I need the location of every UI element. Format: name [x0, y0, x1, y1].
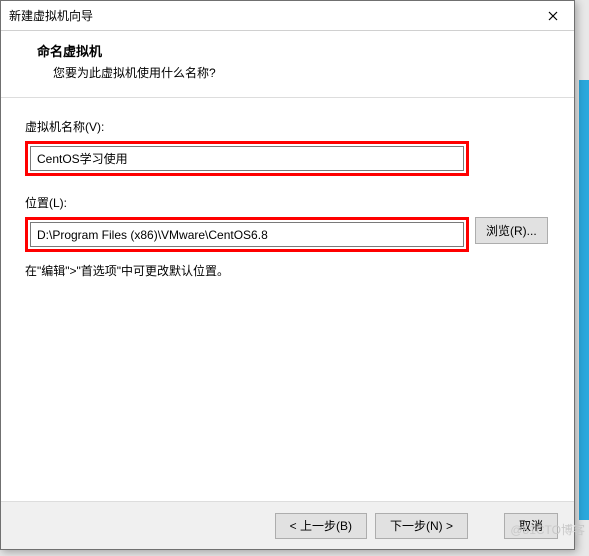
wizard-header: 命名虚拟机 您要为此虚拟机使用什么名称?	[1, 31, 574, 98]
header-title: 命名虚拟机	[37, 41, 554, 60]
dialog-title: 新建虚拟机向导	[9, 7, 93, 24]
vm-location-highlight	[25, 217, 469, 252]
header-subtitle: 您要为此虚拟机使用什么名称?	[53, 64, 554, 81]
vm-name-input[interactable]	[30, 146, 464, 171]
next-button[interactable]: 下一步(N) >	[375, 513, 468, 539]
location-hint: 在"编辑">"首选项"中可更改默认位置。	[25, 262, 550, 279]
titlebar: 新建虚拟机向导	[1, 1, 574, 31]
wizard-footer: < 上一步(B) 下一步(N) > 取消	[1, 501, 574, 549]
back-button[interactable]: < 上一步(B)	[275, 513, 367, 539]
new-vm-wizard-dialog: 新建虚拟机向导 命名虚拟机 您要为此虚拟机使用什么名称? 虚拟机名称(V): 位…	[0, 0, 575, 550]
cancel-button[interactable]: 取消	[504, 513, 558, 539]
browse-button[interactable]: 浏览(R)...	[475, 217, 548, 244]
vm-name-label: 虚拟机名称(V):	[25, 118, 550, 135]
vm-location-input[interactable]	[30, 222, 464, 247]
vm-name-highlight	[25, 141, 469, 176]
close-icon	[548, 11, 558, 21]
wizard-content: 虚拟机名称(V): 位置(L): 浏览(R)... 在"编辑">"首选项"中可更…	[1, 98, 574, 490]
close-button[interactable]	[532, 2, 574, 30]
vm-location-label: 位置(L):	[25, 194, 550, 211]
